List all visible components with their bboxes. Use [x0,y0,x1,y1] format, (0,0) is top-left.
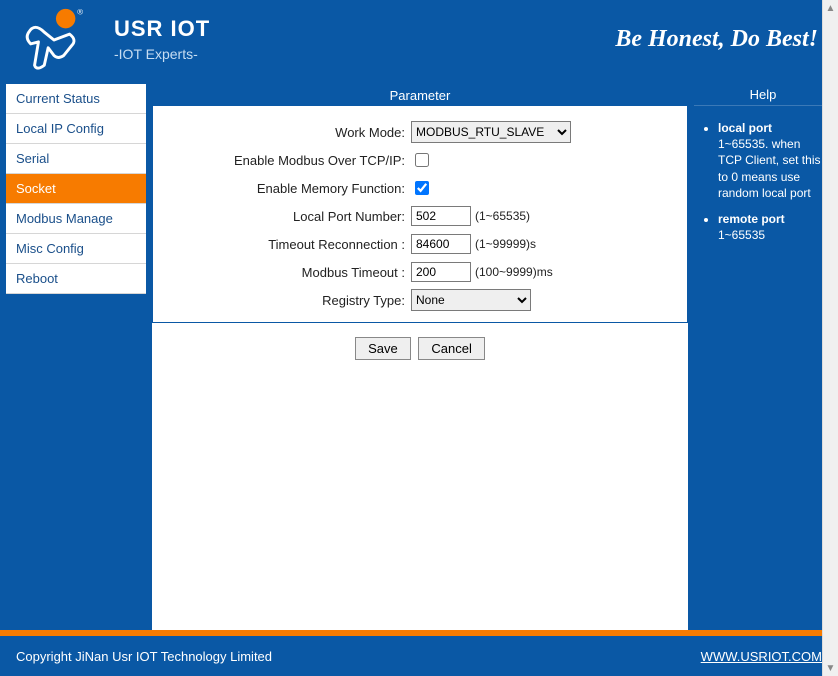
row-timeout-reconnection: Timeout Reconnection : (1~99999)s [161,230,679,258]
footer: Copyright JiNan Usr IOT Technology Limit… [0,636,838,676]
sidebar: Current Status Local IP Config Serial So… [6,84,146,630]
main-panel: Parameter Work Mode: MODBUS_RTU_SLAVE En… [152,84,688,630]
header: ® USR IOT -IOT Experts- Be Honest, Do Be… [0,0,838,78]
input-timeout-reconnection[interactable] [411,234,471,254]
nav-local-ip-config[interactable]: Local IP Config [6,114,146,144]
select-registry-type[interactable]: None [411,289,531,311]
help-item-local-port-title: local port [718,121,772,135]
page-root: ▲ ▼ ® USR IOT -IOT Experts- Be Honest, D… [0,0,838,676]
save-button[interactable]: Save [355,337,411,360]
input-modbus-timeout[interactable] [411,262,471,282]
help-item-local-port: local port 1~65535. when TCP Client, set… [718,120,826,201]
row-modbus-timeout: Modbus Timeout : (100~9999)ms [161,258,679,286]
nav-current-status[interactable]: Current Status [6,84,146,114]
nav-reboot[interactable]: Reboot [6,264,146,294]
checkbox-enable-memory[interactable] [415,181,429,195]
slogan: Be Honest, Do Best! [615,26,824,53]
panel-title: Parameter [152,84,688,106]
nav-socket[interactable]: Socket [6,174,146,204]
parameter-form: Work Mode: MODBUS_RTU_SLAVE Enable Modbu… [152,106,688,323]
brand-title: USR IOT [114,16,210,42]
nav-serial[interactable]: Serial [6,144,146,174]
main-fill [152,366,688,630]
label-registry-type: Registry Type: [161,293,411,308]
brand-subtitle: -IOT Experts- [114,46,210,62]
help-item-remote-port: remote port 1~65535 [718,211,826,243]
select-work-mode[interactable]: MODBUS_RTU_SLAVE [411,121,571,143]
row-local-port: Local Port Number: (1~65535) [161,202,679,230]
label-enable-modbus-tcp: Enable Modbus Over TCP/IP: [161,153,411,168]
brand-block: USR IOT -IOT Experts- [114,16,210,62]
label-enable-memory: Enable Memory Function: [161,181,411,196]
scroll-down-icon[interactable]: ▼ [823,660,838,676]
row-work-mode: Work Mode: MODBUS_RTU_SLAVE [161,118,679,146]
label-work-mode: Work Mode: [161,125,411,140]
svg-text:®: ® [77,8,83,17]
footer-copyright: Copyright JiNan Usr IOT Technology Limit… [16,649,272,664]
row-enable-memory: Enable Memory Function: [161,174,679,202]
help-panel: Help local port 1~65535. when TCP Client… [694,84,832,630]
hint-modbus-timeout: (100~9999)ms [475,265,553,279]
help-title: Help [694,84,832,106]
nav-misc-config[interactable]: Misc Config [6,234,146,264]
help-body: local port 1~65535. when TCP Client, set… [694,106,832,259]
checkbox-enable-modbus-tcp[interactable] [415,153,429,167]
footer-link[interactable]: WWW.USRIOT.COM [701,649,822,664]
help-item-local-port-body: 1~65535. when TCP Client, set this to 0 … [718,137,820,200]
label-timeout-reconnection: Timeout Reconnection : [161,237,411,252]
row-enable-modbus-tcp: Enable Modbus Over TCP/IP: [161,146,679,174]
help-item-remote-port-title: remote port [718,212,785,226]
hint-local-port: (1~65535) [475,209,530,223]
scroll-up-icon[interactable]: ▲ [823,0,838,16]
nav-modbus-manage[interactable]: Modbus Manage [6,204,146,234]
logo-icon: ® [14,5,94,73]
sidebar-fill [6,294,146,630]
scrollbar[interactable]: ▲ ▼ [822,0,838,676]
hint-timeout-reconnection: (1~99999)s [475,237,536,251]
button-row: Save Cancel [152,323,688,366]
input-local-port[interactable] [411,206,471,226]
help-item-remote-port-body: 1~65535 [718,228,765,242]
body: Current Status Local IP Config Serial So… [0,78,838,630]
label-modbus-timeout: Modbus Timeout : [161,265,411,280]
row-registry-type: Registry Type: None [161,286,679,314]
label-local-port: Local Port Number: [161,209,411,224]
cancel-button[interactable]: Cancel [418,337,484,360]
